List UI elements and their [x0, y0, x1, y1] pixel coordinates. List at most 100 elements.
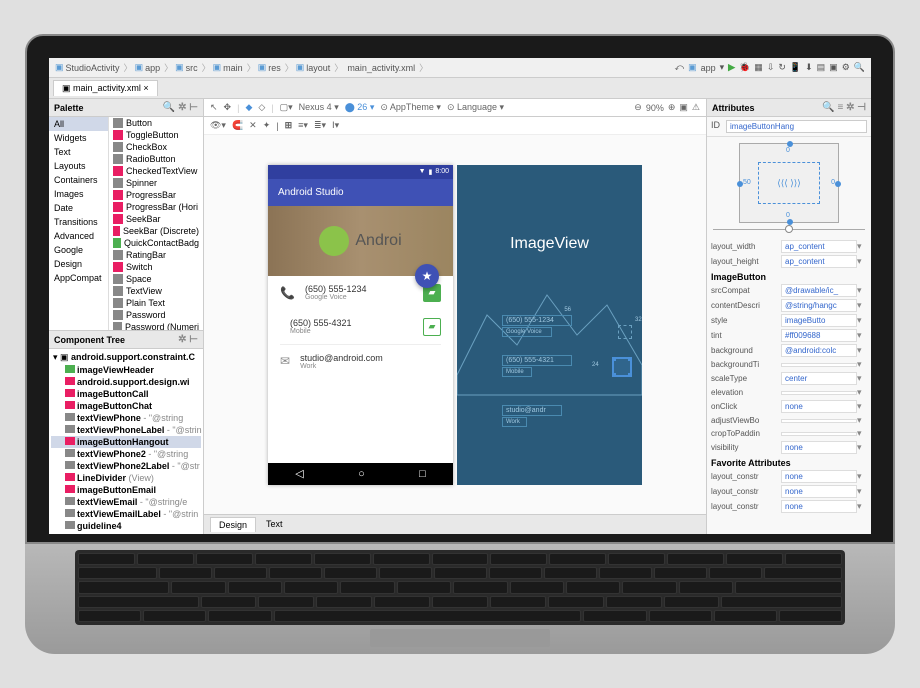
sync-icon[interactable]: ↻	[778, 62, 786, 73]
tree-item[interactable]: textViewEmailLabel - "@strin	[51, 508, 201, 520]
file-tab[interactable]: ▣ main_activity.xml ×	[53, 80, 158, 96]
tree-item[interactable]: guideline4	[51, 520, 201, 532]
palette-item[interactable]: Space	[109, 273, 203, 285]
bp-email[interactable]: studio@andr	[502, 405, 562, 416]
zoom-level[interactable]: 90%	[646, 103, 664, 113]
attr-value-input[interactable]: #ff009688	[781, 329, 857, 342]
home-icon[interactable]: ○	[358, 468, 365, 480]
constraint-bottom[interactable]: 0	[786, 212, 790, 219]
bc-res[interactable]: res	[266, 63, 283, 73]
attr-value-input[interactable]: @drawable/ic_	[781, 284, 857, 297]
hangout-icon[interactable]: ▰	[423, 318, 441, 336]
dropdown-icon[interactable]: ▾	[857, 501, 867, 512]
align2-icon[interactable]: ≣▾	[314, 120, 326, 131]
bp-phone1[interactable]: 56(650) 555-1234	[502, 315, 572, 326]
palette-cat-advanced[interactable]: Advanced	[49, 229, 108, 243]
bp-phone2[interactable]: (650) 555-4321	[502, 355, 572, 366]
email-icon[interactable]: ✉	[280, 354, 290, 368]
design-tab[interactable]: Design	[210, 517, 256, 532]
clear-icon[interactable]: ✕	[249, 120, 257, 131]
eye-icon[interactable]: 👁▾	[210, 120, 226, 131]
magnet-icon[interactable]: 🧲	[232, 120, 243, 131]
search-icon[interactable]: 🔍	[854, 62, 865, 73]
tree-item[interactable]: textViewPhoneLabel - "@strin	[51, 424, 201, 436]
align-icon[interactable]: ≡▾	[298, 120, 308, 131]
palette-item[interactable]: TextView	[109, 285, 203, 297]
api-dropdown[interactable]: ⬤ 26 ▾	[345, 102, 375, 113]
infer-icon[interactable]: ✦	[263, 120, 271, 131]
dropdown-icon[interactable]: ▾	[857, 256, 867, 267]
back-icon[interactable]: ◁	[295, 467, 303, 480]
back-icon[interactable]: ⤺	[674, 62, 684, 73]
palette-cat-layouts[interactable]: Layouts	[49, 159, 108, 173]
bp-phone1-label[interactable]: Google Voice	[502, 327, 552, 337]
palette-cat-date[interactable]: Date	[49, 201, 108, 215]
palette-item[interactable]: ToggleButton	[109, 129, 203, 141]
attr-value-input[interactable]: none	[781, 441, 857, 454]
fab-star[interactable]: ★	[415, 264, 439, 288]
bp-phone2-label[interactable]: Mobile	[502, 367, 532, 377]
search-icon[interactable]: 🔍	[163, 102, 175, 113]
bp-chat-icon[interactable]: 32	[618, 325, 632, 339]
bc-layout[interactable]: layout	[304, 63, 332, 73]
palette-item[interactable]: SeekBar	[109, 213, 203, 225]
attr-value-input[interactable]: imageButto	[781, 314, 857, 327]
id-input[interactable]: imageButtonHang	[726, 120, 867, 133]
tree-item[interactable]: textViewEmail - "@string/e	[51, 496, 201, 508]
run-target-dropdown[interactable]: app	[701, 63, 716, 73]
structure-icon[interactable]: ▤	[817, 62, 826, 73]
collapse-icon[interactable]: ⊢	[189, 102, 198, 113]
dropdown-icon[interactable]: ▾	[857, 415, 867, 426]
tree-item[interactable]: android.support.design.wi	[51, 376, 201, 388]
palette-cat-design[interactable]: Design	[49, 257, 108, 271]
tree-item[interactable]: imageButtonHangout	[51, 436, 201, 448]
run-icon[interactable]: ▶	[728, 62, 735, 73]
attr-value-input[interactable]: none	[781, 470, 857, 483]
tree-item[interactable]: imageViewHeader	[51, 364, 201, 376]
bias-slider[interactable]	[785, 225, 793, 233]
orientation-icon[interactable]: ▢▾	[280, 102, 293, 113]
fit-icon[interactable]: ▣	[679, 102, 688, 113]
bp-hangout-selected[interactable]: 24	[612, 357, 632, 377]
palette-item[interactable]: CheckedTextView	[109, 165, 203, 177]
palette-item[interactable]: Switch	[109, 261, 203, 273]
debug-icon[interactable]: 🐞	[739, 62, 750, 73]
palette-item[interactable]: ProgressBar (Hori	[109, 201, 203, 213]
dropdown-icon[interactable]: ▾	[857, 345, 867, 356]
bc-project[interactable]: StudioActivity	[64, 63, 122, 73]
dropdown-icon[interactable]: ▾	[857, 428, 867, 439]
expand-icon[interactable]: ≡	[837, 102, 843, 113]
dropdown-icon[interactable]: ▾	[857, 442, 867, 453]
palette-item[interactable]: Password	[109, 309, 203, 321]
collapse-icon[interactable]: ⊣	[857, 102, 866, 113]
bp-email-label[interactable]: Work	[502, 417, 527, 427]
dropdown-icon[interactable]: ▾	[857, 486, 867, 497]
attr-value-input[interactable]: center	[781, 372, 857, 385]
blueprint-view-icon[interactable]: ◇	[258, 102, 265, 113]
recent-icon[interactable]: □	[419, 468, 426, 480]
tree-item[interactable]: textViewPhone2 - "@string	[51, 448, 201, 460]
attr-value-input[interactable]: none	[781, 400, 857, 413]
palette-item[interactable]: Button	[109, 117, 203, 129]
dropdown-icon[interactable]: ▾	[857, 373, 867, 384]
attr-value-input[interactable]: @android:colc	[781, 344, 857, 357]
attr-value-input[interactable]: none	[781, 485, 857, 498]
dropdown-icon[interactable]: ▾	[857, 387, 867, 398]
gear-icon[interactable]: ✲	[846, 102, 854, 113]
tree-item[interactable]: imageButtonCall	[51, 388, 201, 400]
design-view-icon[interactable]: ◆	[245, 102, 252, 113]
device-dropdown[interactable]: Nexus 4 ▾	[299, 102, 339, 113]
tree-item[interactable]: LineDivider (View)	[51, 472, 201, 484]
settings-icon[interactable]: ⚙	[842, 62, 850, 73]
dropdown-icon[interactable]: ▾	[857, 315, 867, 326]
tree-root[interactable]: ▾ ▣ android.support.constraint.C	[51, 351, 201, 364]
attr-value-input[interactable]	[781, 419, 857, 423]
palette-item[interactable]: SeekBar (Discrete)	[109, 225, 203, 237]
tree-item[interactable]: textViewPhone2Label - "@str	[51, 460, 201, 472]
tree-item[interactable]: imageButtonEmail	[51, 484, 201, 496]
sdk-icon[interactable]: ⬇	[805, 62, 813, 73]
attr-value-input[interactable]: ap_content	[781, 255, 857, 268]
palette-cat-images[interactable]: Images	[49, 187, 108, 201]
search-icon[interactable]: 🔍	[822, 102, 834, 113]
design-canvas[interactable]: ▼ ▮ 8:00 Android Studio Androi ★	[204, 135, 706, 514]
